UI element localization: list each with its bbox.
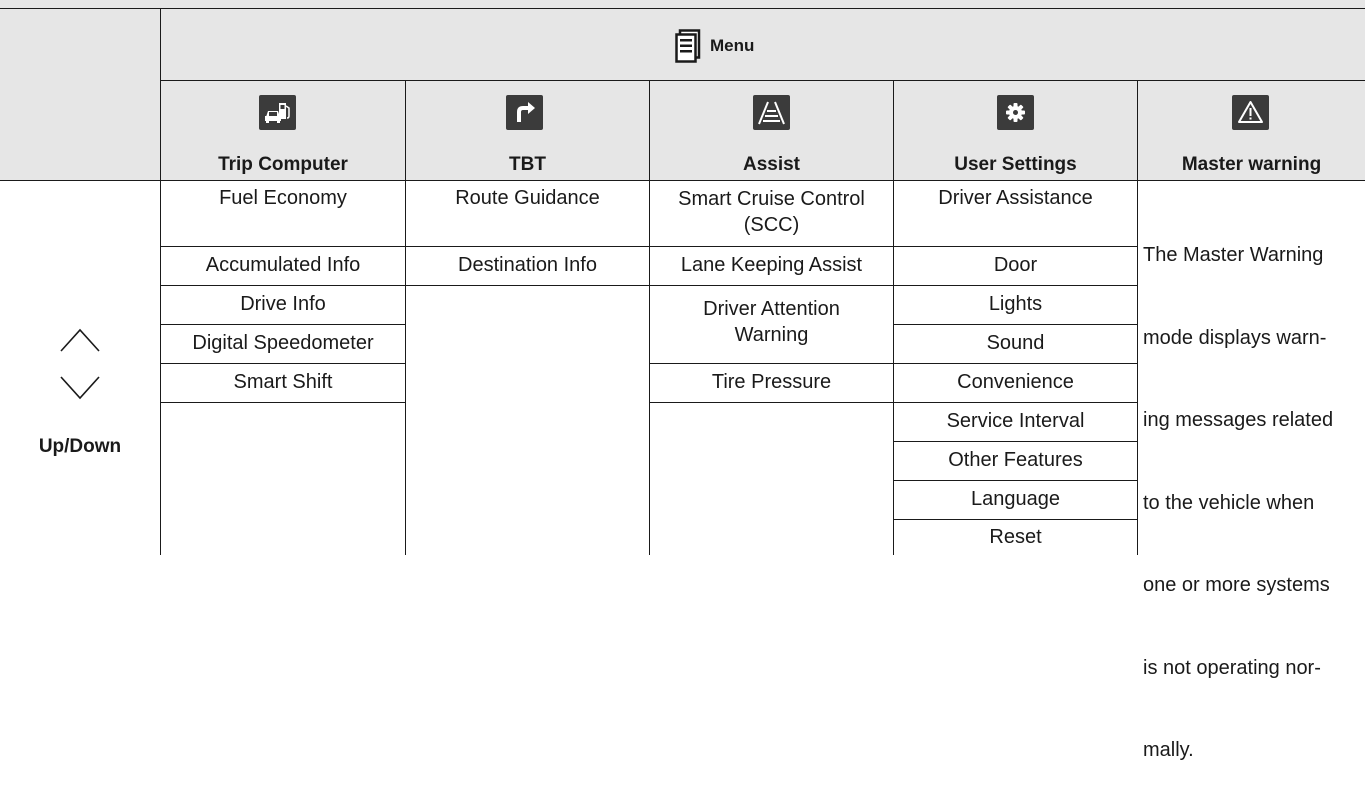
list-item: Route Guidance [455,187,600,209]
menu-title: Menu [710,36,755,55]
list-item: Convenience [957,371,1074,393]
column-title: User Settings [954,154,1077,175]
column-title: TBT [509,154,546,175]
row-divider [650,285,893,286]
master-warning-description: The Master Warning mode displays warn- i… [1143,187,1365,792]
list-item: Smart Shift [233,371,333,393]
list-item: Digital Speedometer [192,332,374,354]
menu-document-icon [675,29,701,63]
column-header-user-settings: User Settings [894,80,1137,180]
list-item: Lights [988,293,1043,315]
description-line: mode displays warn- [1143,326,1327,349]
row-divider [650,363,893,364]
description-line: to the vehicle when [1143,491,1315,514]
list-item: Accumulated Info [205,254,361,276]
list-item-line: Warning [734,324,809,346]
warning-triangle-icon [1232,95,1269,130]
list-item: Fuel Economy [219,187,347,209]
turn-right-arrow-icon [506,95,543,130]
list-item: Language [971,488,1060,510]
list-item-line: Smart Cruise Control [678,188,865,210]
list-item: Tire Pressure [711,371,832,393]
column-header-master-warning: Master warning [1138,80,1365,180]
row-divider [161,285,405,286]
column-title: Assist [742,154,801,175]
row-divider [894,441,1137,442]
description-line: mally. [1143,739,1194,761]
gear-icon [997,95,1034,130]
description-line: ing messages related [1143,409,1334,431]
chevron-down-icon [60,376,100,400]
row-divider [406,246,649,247]
row-divider [161,363,405,364]
header-bottom-divider [0,180,1365,181]
list-item: Lane Keeping Assist [680,254,863,276]
list-item: Driver Attention Warning [650,296,893,348]
car-fuel-icon [259,95,296,130]
row-divider [894,480,1137,481]
table-border-top [0,8,1365,9]
list-item-line: Driver Attention [703,298,840,320]
list-item: Driver Assistance [938,187,1093,209]
column-header-tbt: TBT [406,80,649,180]
row-divider [161,324,405,325]
row-divider [894,246,1137,247]
row-divider [894,324,1137,325]
list-item: Door [993,254,1038,276]
description-line: is not operating nor- [1143,656,1321,679]
chevron-up-icon [60,328,100,352]
list-item-line: (SCC) [743,214,800,236]
list-item: Other Features [948,449,1083,471]
column-header-assist: Assist [650,80,893,180]
up-down-label: Up/Down [38,436,122,457]
description-line: one or more systems [1143,574,1330,596]
row-divider [894,402,1137,403]
list-item: Destination Info [458,254,597,276]
row-divider [894,285,1137,286]
list-item: Drive Info [240,293,326,315]
row-divider [406,285,649,286]
list-item: Reset [989,526,1042,548]
menu-header: Menu [675,26,754,66]
row-divider [650,402,893,403]
row-divider [161,246,405,247]
row-divider [894,519,1137,520]
row-divider [650,246,893,247]
column-title: Trip Computer [218,154,348,175]
list-item: Service Interval [946,410,1085,432]
lane-road-icon [753,95,790,130]
column-title: Master warning [1181,154,1322,175]
list-item: Smart Cruise Control (SCC) [650,186,893,238]
description-line: The Master Warning [1143,244,1324,266]
column-header-trip-computer: Trip Computer [161,80,405,180]
list-item: Sound [986,332,1045,354]
row-divider [894,363,1137,364]
row-divider [161,402,405,403]
